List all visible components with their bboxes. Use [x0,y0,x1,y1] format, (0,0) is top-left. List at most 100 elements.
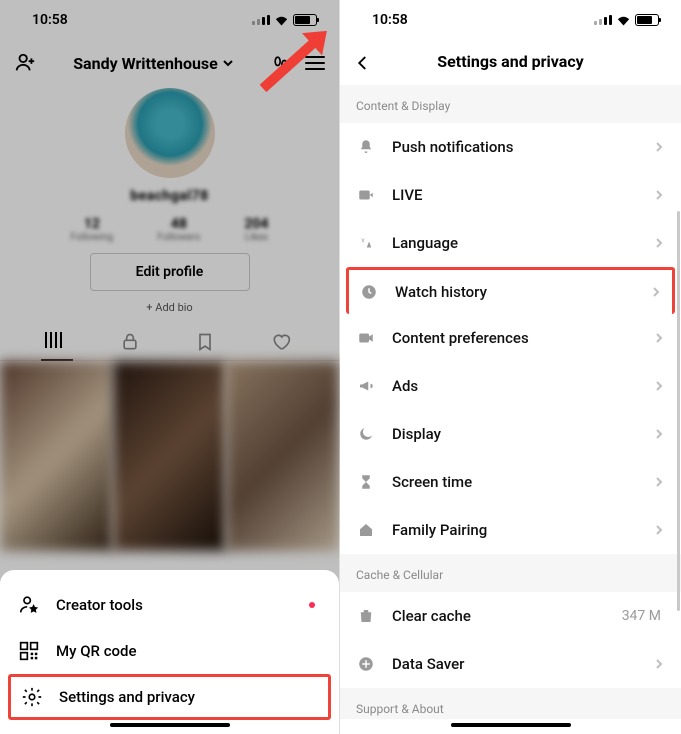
chevron-right-icon [653,524,665,536]
cellular-signal-icon [594,15,612,25]
profile-screen: 10:58 Sandy Writtenhouse beachgal78 12Fo… [0,0,340,734]
notification-dot [309,602,315,608]
row-live[interactable]: LIVE [340,171,681,219]
row-ads[interactable]: Ads [340,362,681,410]
chevron-right-icon [653,476,665,488]
gear-icon [21,686,43,708]
section-content-display: Content & Display [340,85,681,123]
scroll-indicator[interactable] [677,211,680,611]
battery-icon [635,14,659,26]
row-label: Language [392,234,637,252]
username-label: Sandy Writtenhouse [73,54,218,73]
stat-following[interactable]: 12Following [71,216,114,243]
sheet-item-settings[interactable]: Settings and privacy [8,674,331,720]
stat-followers[interactable]: 48Followers [157,216,200,243]
stat-likes[interactable]: 204Likes [244,216,268,243]
status-bar: 10:58 [0,0,339,40]
section-support-about: Support & About [340,688,681,719]
add-user-icon[interactable] [14,52,36,74]
settings-list[interactable]: Content & Display Push notifications LIV… [340,85,681,719]
row-display[interactable]: Display [340,410,681,458]
qr-icon [18,640,40,662]
home-icon [356,520,376,540]
status-indicators [594,14,659,26]
video-thumb[interactable] [226,361,339,551]
wifi-icon [274,15,289,26]
add-bio-button[interactable]: + Add bio [0,301,339,314]
tab-liked[interactable] [270,332,294,352]
row-label: Clear cache [392,607,606,625]
section-cache-cellular: Cache & Cellular [340,554,681,592]
page-title: Settings and privacy [437,52,583,71]
sheet-item-creator-tools[interactable]: Creator tools [0,582,339,628]
megaphone-icon [356,376,376,396]
row-watch-history[interactable]: Watch history [346,267,675,314]
profile-info: beachgal78 12Following 48Followers 204Li… [0,86,339,314]
live-icon [356,185,376,205]
back-chevron-icon[interactable] [354,54,372,72]
lock-icon [120,332,140,352]
row-push-notifications[interactable]: Push notifications [340,123,681,171]
data-saver-icon [356,654,376,674]
row-clear-cache[interactable]: Clear cache 347 M [340,592,681,640]
user-handle: beachgal78 [0,188,339,204]
tab-saved[interactable] [195,332,219,352]
row-label: Content preferences [392,329,637,347]
username-dropdown[interactable]: Sandy Writtenhouse [73,54,234,73]
heart-icon [270,332,292,352]
row-label: Watch history [395,283,634,301]
status-bar: 10:58 [340,0,681,40]
status-time: 10:58 [372,12,408,28]
video-grid[interactable] [0,361,339,551]
chevron-down-icon [222,57,234,69]
settings-header: Settings and privacy [340,40,681,85]
bookmark-icon [195,332,215,352]
hamburger-menu-icon[interactable] [305,56,325,70]
chevron-right-icon [653,332,665,344]
row-label: Display [392,425,637,443]
sheet-item-qr[interactable]: My QR code [0,628,339,674]
chevron-right-icon [653,428,665,440]
hourglass-icon [356,472,376,492]
avatar[interactable] [125,88,215,178]
row-screen-time[interactable]: Screen time [340,458,681,506]
home-indicator[interactable] [451,723,571,727]
edit-profile-button[interactable]: Edit profile [90,253,250,291]
row-data-saver[interactable]: Data Saver [340,640,681,688]
tab-private[interactable] [120,332,144,352]
chevron-right-icon [653,141,665,153]
bell-icon [356,137,376,157]
row-family-pairing[interactable]: Family Pairing [340,506,681,554]
video-icon [356,328,376,348]
grid-icon [45,332,69,348]
clock-icon [359,282,379,302]
tab-posts[interactable] [45,332,69,352]
row-content-preferences[interactable]: Content preferences [340,314,681,362]
home-indicator[interactable] [110,723,230,727]
chevron-right-icon [650,286,662,298]
video-thumb[interactable] [0,361,113,551]
chevron-right-icon [653,380,665,392]
row-label: LIVE [392,186,637,204]
chevron-right-icon [653,189,665,201]
chevron-right-icon [653,658,665,670]
menu-sheet: Creator tools My QR code Settings and pr… [0,570,339,734]
moon-icon [356,424,376,444]
status-indicators [252,14,317,26]
profile-tabs [0,332,339,361]
status-time: 10:58 [32,12,68,28]
video-thumb[interactable] [113,361,226,551]
chevron-right-icon [653,237,665,249]
wifi-icon [616,15,631,26]
row-label: Family Pairing [392,521,637,539]
cache-size-value: 347 M [622,608,661,624]
sheet-label: Settings and privacy [59,688,195,706]
settings-screen: 10:58 Settings and privacy Content & Dis… [340,0,681,734]
row-language[interactable]: Language [340,219,681,267]
stats-row: 12Following 48Followers 204Likes [0,216,339,243]
person-star-icon [18,594,40,616]
trash-icon [356,606,376,626]
language-icon [356,233,376,253]
sheet-label: My QR code [56,642,137,660]
row-label: Push notifications [392,138,637,156]
